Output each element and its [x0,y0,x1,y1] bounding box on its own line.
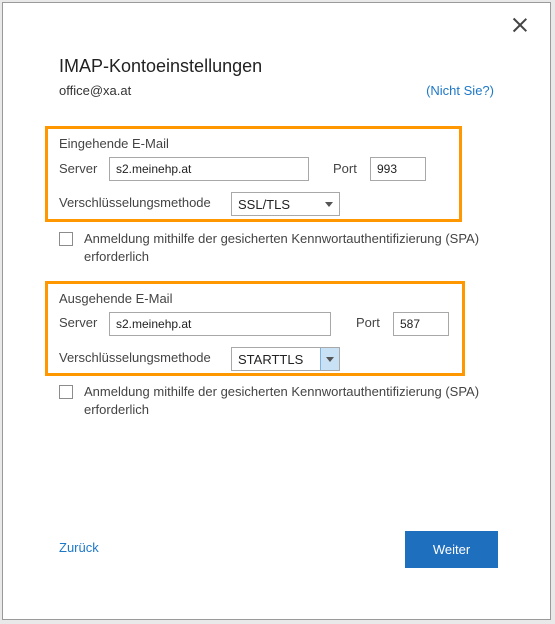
incoming-encryption-select[interactable]: SSL/TLS [231,192,340,216]
incoming-encryption-value: SSL/TLS [238,197,291,212]
incoming-spa-label: Anmeldung mithilfe der gesicherten Kennw… [84,231,480,264]
outgoing-port-label: Port [356,315,380,330]
dropdown-button[interactable] [320,348,339,370]
incoming-encryption-label: Verschlüsselungsmethode [59,195,211,210]
outgoing-encryption-select[interactable]: STARTTLS [231,347,340,371]
incoming-port-label: Port [333,161,357,176]
next-button[interactable]: Weiter [405,531,498,568]
outgoing-mail-group: Ausgehende E-Mail Server Port Verschlüss… [45,281,465,376]
incoming-mail-group: Eingehende E-Mail Server Port Verschlüss… [45,126,462,222]
imap-settings-dialog: IMAP-Kontoeinstellungen office@xa.at (Ni… [2,2,551,620]
outgoing-server-label: Server [59,315,98,330]
chevron-down-icon [326,357,334,362]
close-icon[interactable] [510,15,530,35]
outgoing-spa-checkbox[interactable] [59,385,73,399]
incoming-heading: Eingehende E-Mail [59,136,169,151]
incoming-server-label: Server [59,161,98,176]
outgoing-spa-label: Anmeldung mithilfe der gesicherten Kennw… [84,384,480,417]
not-you-link[interactable]: (Nicht Sie?) [426,83,494,98]
incoming-port-input[interactable] [370,157,426,181]
dialog-title: IMAP-Kontoeinstellungen [59,56,263,76]
account-email: office@xa.at [59,83,132,98]
incoming-server-input[interactable] [109,157,309,181]
outgoing-encryption-value: STARTTLS [238,352,304,367]
outgoing-encryption-label: Verschlüsselungsmethode [59,350,211,365]
outgoing-server-input[interactable] [109,312,331,336]
incoming-spa-checkbox[interactable] [59,232,73,246]
outgoing-port-input[interactable] [393,312,449,336]
back-link[interactable]: Zurück [59,540,99,555]
chevron-down-icon [325,202,333,207]
outgoing-heading: Ausgehende E-Mail [59,291,173,306]
